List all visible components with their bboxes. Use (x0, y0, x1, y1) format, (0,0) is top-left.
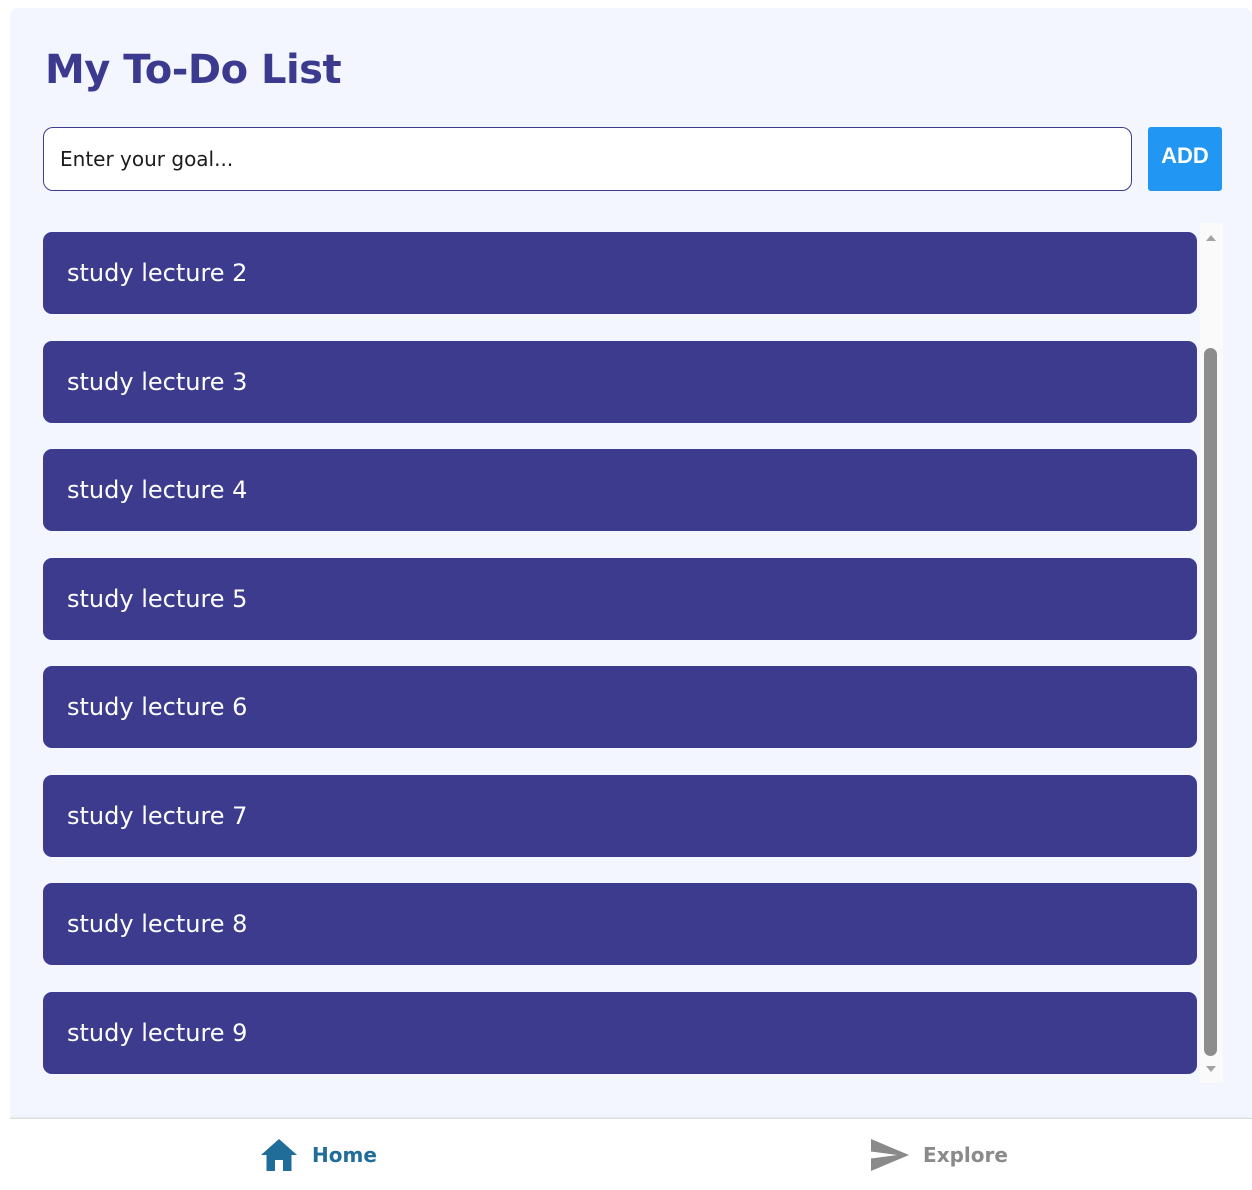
goal-item[interactable]: study lecture 6 (43, 666, 1197, 748)
goal-input-row: ADD (43, 127, 1223, 191)
tab-home-label: Home (312, 1143, 377, 1167)
home-icon (258, 1134, 300, 1176)
goal-input[interactable] (43, 127, 1132, 191)
send-icon (869, 1134, 911, 1176)
list-scrollbar[interactable] (1200, 223, 1223, 1083)
goal-item[interactable]: study lecture 7 (43, 774, 1197, 857)
goal-item[interactable]: study lecture 5 (43, 557, 1197, 640)
tab-explore-label: Explore (923, 1143, 1008, 1167)
scroll-up-arrow-icon[interactable] (1206, 235, 1216, 241)
scroll-down-arrow-icon[interactable] (1206, 1066, 1216, 1072)
goal-item[interactable]: study lecture 9 (43, 991, 1197, 1074)
tab-explore[interactable]: Explore (631, 1119, 1252, 1190)
page-title: My To-Do List (45, 47, 342, 93)
goal-item[interactable]: study lecture 8 (43, 883, 1197, 965)
scrollbar-thumb[interactable] (1204, 348, 1217, 1056)
goal-list-container: study lecture 2 study lecture 3 study le… (43, 223, 1223, 1083)
todo-app: My To-Do List ADD study lecture 2 study … (10, 8, 1252, 1190)
add-goal-button[interactable]: ADD (1148, 127, 1222, 191)
goal-list: study lecture 2 study lecture 3 study le… (43, 232, 1197, 1100)
goal-item[interactable]: study lecture 3 (43, 340, 1197, 423)
goal-item[interactable]: study lecture 2 (43, 232, 1197, 314)
tab-home[interactable]: Home (10, 1119, 631, 1190)
bottom-tab-bar: Home Explore (10, 1118, 1252, 1190)
goal-item[interactable]: study lecture 4 (43, 449, 1197, 531)
